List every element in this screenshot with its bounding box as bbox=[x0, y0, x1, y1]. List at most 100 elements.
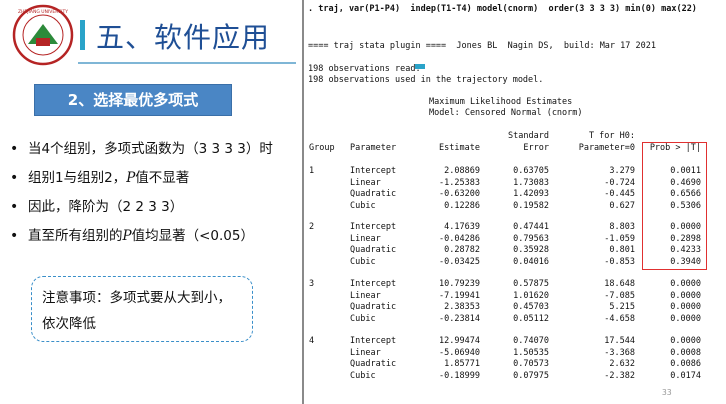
slide-left-panel: ZHEJIANG UNIVERSITY 五、软件应用 2、选择最优多项式 • 当4… bbox=[0, 0, 304, 404]
cell-std-error: 0.47441 bbox=[513, 222, 549, 232]
cell-t-value: 17.544 bbox=[604, 336, 635, 346]
cell-parameter: Cubic bbox=[350, 200, 376, 211]
cell-parameter: Intercept bbox=[350, 222, 397, 232]
title-accent-bar bbox=[80, 20, 85, 50]
cell-std-error: 0.63705 bbox=[513, 166, 549, 176]
cell-t-value: -2.382 bbox=[604, 370, 635, 381]
bullet-dot-icon: • bbox=[10, 141, 19, 157]
note-box: 注意事项：多项式要从大到小， 依次降低 bbox=[31, 276, 253, 342]
cell-estimate: 0.28782 bbox=[444, 245, 480, 255]
cell-parameter: Linear bbox=[350, 290, 381, 301]
cell-p-value: 0.0174 bbox=[670, 370, 701, 381]
cell-p-value: 0.0000 bbox=[670, 313, 701, 324]
cell-std-error: 0.79563 bbox=[513, 233, 549, 244]
cell-estimate: 0.12286 bbox=[444, 200, 480, 211]
cell-parameter: Intercept bbox=[350, 166, 397, 176]
cell-t-value: -7.085 bbox=[604, 290, 635, 301]
cell-std-error: 1.01620 bbox=[513, 290, 549, 301]
cell-p-value: 0.0000 bbox=[670, 279, 701, 289]
cell-std-error: 0.19582 bbox=[513, 200, 549, 211]
cell-estimate: 12.99474 bbox=[439, 336, 480, 346]
model-line: Model: Censored Normal (cnorm) bbox=[429, 108, 583, 118]
group-id: 2 bbox=[309, 222, 315, 232]
cell-parameter: Linear bbox=[350, 177, 381, 188]
bullet-dot-icon: • bbox=[10, 199, 19, 215]
slide-header: ZHEJIANG UNIVERSITY 五、软件应用 bbox=[0, 0, 300, 76]
header-group: Group bbox=[309, 143, 335, 153]
header-parameter: Parameter bbox=[350, 143, 397, 153]
cell-parameter: Quadratic bbox=[350, 359, 397, 369]
stata-console: . traj, var(P1-P4) indep(T1-T4) model(cn… bbox=[305, 0, 726, 404]
cell-t-value: -0.853 bbox=[604, 256, 635, 267]
bullet-item: • 组别1与组别2，P值不显著 bbox=[10, 167, 302, 189]
cell-std-error: 1.73083 bbox=[513, 177, 549, 188]
cell-estimate: -0.18999 bbox=[439, 370, 480, 381]
cell-t-value: -4.658 bbox=[604, 313, 635, 324]
cell-std-error: 0.05112 bbox=[513, 313, 549, 324]
note-line-1: 注意事项：多项式要从大到小， bbox=[42, 290, 231, 306]
panel-divider bbox=[302, 0, 304, 404]
cell-t-value: -3.368 bbox=[604, 347, 635, 358]
cell-std-error: 0.74070 bbox=[513, 336, 549, 346]
cell-parameter: Intercept bbox=[350, 336, 397, 346]
header-t: Parameter=0 bbox=[578, 143, 635, 153]
cell-estimate: -0.04286 bbox=[439, 233, 480, 244]
console-plugin-line: ==== traj stata plugin ==== Jones BL Nag… bbox=[308, 41, 656, 51]
bullet-list: • 当4个组别，多项式函数为（3 3 3 3）时 • 组别1与组别2，P值不显著 •… bbox=[10, 138, 302, 254]
bullet-item: • 直至所有组别的P值均显著（<0.05） bbox=[10, 225, 302, 247]
cell-std-error: 1.42093 bbox=[513, 189, 549, 199]
cell-t-value: -1.059 bbox=[604, 233, 635, 244]
cell-std-error: 0.35928 bbox=[513, 245, 549, 255]
cell-estimate: 2.08869 bbox=[444, 166, 480, 176]
bullet-text-tail: 值不显著 bbox=[135, 170, 190, 186]
cell-parameter: Linear bbox=[350, 233, 381, 244]
accent-strip bbox=[415, 64, 425, 69]
cell-p-value: 0.0000 bbox=[670, 302, 701, 312]
slide-title: 五、软件应用 bbox=[96, 21, 271, 54]
cell-estimate: -1.25383 bbox=[439, 177, 480, 188]
console-command: . traj, var(P1-P4) indep(T1-T4) model(cn… bbox=[308, 4, 697, 14]
cell-p-value: 0.0000 bbox=[670, 290, 701, 301]
cell-estimate: -5.06940 bbox=[439, 347, 480, 358]
cell-std-error: 0.70573 bbox=[513, 359, 549, 369]
logo-text: ZHEJIANG UNIVERSITY bbox=[18, 9, 68, 15]
cell-p-value: 0.0000 bbox=[670, 336, 701, 346]
bullet-item: • 当4个组别，多项式函数为（3 3 3 3）时 bbox=[10, 138, 302, 160]
cell-p-value: 0.0086 bbox=[670, 359, 701, 369]
bullet-dot-icon: • bbox=[10, 228, 19, 244]
cell-t-value: 18.648 bbox=[604, 279, 635, 289]
cell-std-error: 0.45703 bbox=[513, 302, 549, 312]
cell-estimate: -0.63200 bbox=[439, 189, 480, 199]
section-heading: 2、选择最优多项式 bbox=[34, 84, 232, 116]
bullet-emphasis: P bbox=[122, 228, 132, 244]
cell-parameter: Cubic bbox=[350, 370, 376, 381]
bullet-dot-icon: • bbox=[10, 170, 19, 186]
bullet-text: 当4个组别，多项式函数为（3 3 3 3）时 bbox=[28, 141, 273, 157]
cell-estimate: -0.23814 bbox=[439, 313, 480, 324]
cell-estimate: 4.17639 bbox=[444, 222, 480, 232]
cell-estimate: -0.03425 bbox=[439, 256, 480, 267]
cell-p-value: 0.0008 bbox=[670, 347, 701, 358]
bullet-text-tail: 值均显著（<0.05） bbox=[131, 228, 254, 244]
cell-t-value: 5.215 bbox=[609, 302, 635, 312]
title-underline bbox=[78, 62, 296, 64]
header-se: Error bbox=[523, 143, 549, 153]
pvalue-highlight-box bbox=[642, 142, 707, 270]
cell-estimate: 1.85771 bbox=[444, 359, 480, 369]
estimates-title: Maximum Likelihood Estimates bbox=[429, 97, 573, 107]
bullet-item: • 因此，降阶为（2 2 3 3） bbox=[10, 196, 302, 218]
header-t-top: T for H0: bbox=[588, 131, 635, 141]
note-line-2: 依次降低 bbox=[42, 316, 96, 332]
bullet-text: 直至所有组别的 bbox=[28, 228, 123, 244]
cell-parameter: Intercept bbox=[350, 279, 397, 289]
cell-parameter: Quadratic bbox=[350, 245, 397, 255]
cell-t-value: 2.632 bbox=[609, 359, 635, 369]
university-logo-icon: ZHEJIANG UNIVERSITY bbox=[12, 4, 74, 66]
cell-t-value: -0.445 bbox=[604, 189, 635, 199]
cell-estimate: 10.79239 bbox=[439, 279, 480, 289]
group-id: 1 bbox=[309, 166, 315, 176]
cell-parameter: Cubic bbox=[350, 313, 376, 324]
cell-t-value: 8.803 bbox=[609, 222, 635, 232]
cell-estimate: 2.38353 bbox=[444, 302, 480, 312]
page-number: 33 bbox=[662, 388, 672, 397]
